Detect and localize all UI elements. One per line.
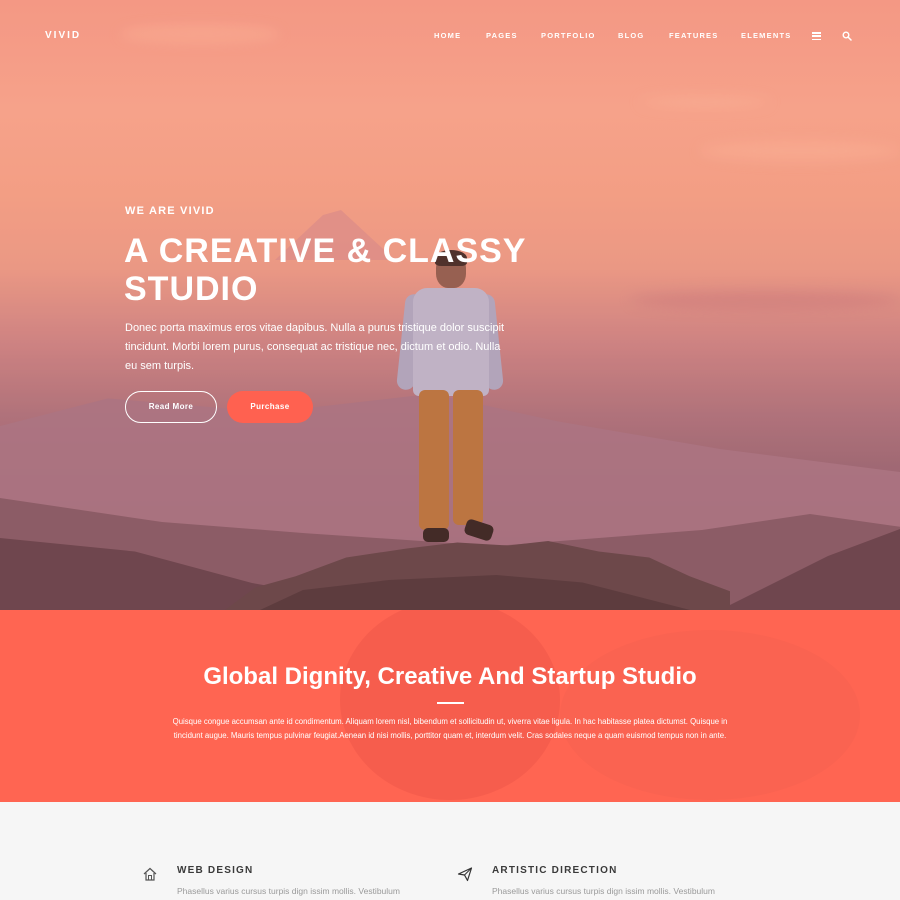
intro-text: Quisque congue accumsan ante id condimen… [172, 717, 728, 740]
intro-band: Global Dignity, Creative And Startup Stu… [0, 610, 900, 802]
logo[interactable]: VIVID [45, 30, 81, 41]
service-text: Phasellus varius cursus turpis dign issi… [177, 886, 400, 896]
read-more-button[interactable]: Read More [125, 391, 217, 423]
service-title: WEB DESIGN [177, 865, 254, 876]
intro-title: Global Dignity, Creative And Startup Stu… [203, 663, 697, 690]
hero-kicker: WE ARE VIVID [125, 205, 215, 217]
search-icon[interactable] [842, 31, 852, 41]
hamburger-icon[interactable] [812, 32, 821, 41]
hero-section: VIVID HOME PAGES PORTFOLIO BLOG FEATURES… [0, 0, 900, 610]
hero-lead: Donec porta maximus eros vitae dapibus. … [125, 322, 505, 372]
nav-item-home[interactable]: HOME [434, 31, 461, 40]
title-divider [437, 702, 464, 704]
nav-item-pages[interactable]: PAGES [486, 31, 518, 40]
top-navigation: VIVID HOME PAGES PORTFOLIO BLOG FEATURES… [0, 0, 900, 70]
background-shape [340, 610, 560, 800]
nav-item-portfolio[interactable]: PORTFOLIO [541, 31, 596, 40]
hero-headline: A CREATIVE & CLASSY STUDIO [124, 232, 526, 308]
nav-item-elements[interactable]: ELEMENTS [741, 31, 791, 40]
service-text: Phasellus varius cursus turpis dign issi… [492, 886, 715, 896]
nav-item-blog[interactable]: BLOG [618, 31, 644, 40]
service-title: ARTISTIC DIRECTION [492, 865, 618, 876]
nav-item-features[interactable]: FEATURES [669, 31, 718, 40]
services-section: WEB DESIGN Phasellus varius cursus turpi… [0, 802, 900, 900]
paper-plane-icon [457, 867, 473, 882]
home-icon [143, 867, 157, 881]
purchase-button[interactable]: Purchase [227, 391, 313, 423]
